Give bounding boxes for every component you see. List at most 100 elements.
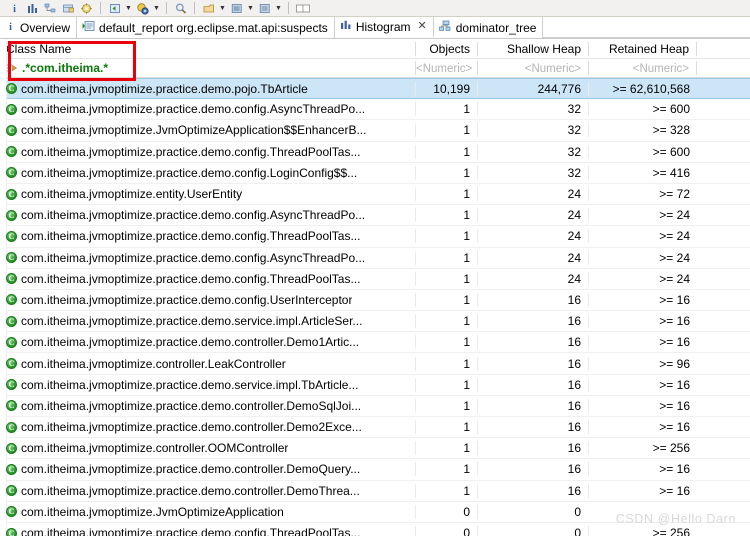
- info-icon[interactable]: i: [6, 1, 23, 16]
- cell-class-name: com.itheima.jvmoptimize.practice.demo.co…: [0, 229, 415, 243]
- shallow-filter-placeholder: <Numeric>: [525, 63, 581, 75]
- cell-retained-heap: >= 16: [588, 420, 697, 434]
- class-name-label: com.itheima.jvmoptimize.controller.LeakC…: [21, 357, 286, 371]
- cell-objects: 0: [415, 526, 477, 536]
- layout-icon[interactable]: [294, 1, 311, 16]
- table-row[interactable]: com.itheima.jvmoptimize.practice.demo.se…: [0, 375, 750, 396]
- cell-retained-heap: >= 416: [588, 166, 697, 180]
- class-name-label: com.itheima.jvmoptimize.practice.demo.co…: [21, 484, 360, 498]
- dominator-tree-icon[interactable]: [42, 1, 59, 16]
- java-class-icon: [6, 294, 17, 305]
- class-name-filter-cell[interactable]: .*com.itheima.*: [0, 61, 415, 75]
- java-class-icon: [6, 210, 17, 221]
- table-row[interactable]: com.itheima.jvmoptimize.practice.demo.co…: [0, 332, 750, 353]
- java-class-icon: [6, 189, 17, 200]
- search-icon[interactable]: [172, 1, 189, 16]
- tab-histogram[interactable]: Histogram ✕: [335, 17, 434, 38]
- cell-class-name: com.itheima.jvmoptimize.entity.UserEntit…: [0, 187, 415, 201]
- java-class-icon: [6, 485, 17, 496]
- editor-tab-bar: i Overview default_report org.eclipse.ma…: [0, 17, 750, 39]
- report2-dropdown-arrow-icon[interactable]: ▼: [274, 1, 283, 16]
- table-row[interactable]: com.itheima.jvmoptimize.practice.demo.co…: [0, 99, 750, 120]
- shallow-heap-filter-cell[interactable]: <Numeric>: [477, 61, 588, 75]
- cell-shallow-heap: 16: [477, 399, 588, 413]
- cell-retained-heap: >= 24: [588, 229, 697, 243]
- cell-class-name: com.itheima.jvmoptimize.practice.demo.se…: [0, 378, 415, 392]
- report2-icon[interactable]: [256, 1, 273, 16]
- table-row[interactable]: com.itheima.jvmoptimize.practice.demo.co…: [0, 290, 750, 311]
- inspect-icon[interactable]: [134, 1, 151, 16]
- cell-class-name: com.itheima.jvmoptimize.practice.demo.co…: [0, 484, 415, 498]
- cell-objects: 1: [415, 420, 477, 434]
- column-header-retained-heap[interactable]: Retained Heap: [588, 42, 697, 56]
- column-header-objects[interactable]: Objects: [415, 42, 477, 56]
- column-header-label: Retained Heap: [609, 42, 689, 56]
- table-row[interactable]: com.itheima.jvmoptimize.controller.OOMCo…: [0, 438, 750, 459]
- histogram-icon[interactable]: [24, 1, 41, 16]
- class-name-label: com.itheima.jvmoptimize.practice.demo.co…: [21, 293, 352, 307]
- java-class-icon: [6, 125, 17, 136]
- table-filter-row: .*com.itheima.* <Numeric> <Numeric> <Num…: [0, 59, 750, 78]
- cell-shallow-heap: 24: [477, 251, 588, 265]
- cell-shallow-heap: 24: [477, 208, 588, 222]
- inspect-dropdown-arrow-icon[interactable]: ▼: [152, 1, 161, 16]
- table-row[interactable]: com.itheima.jvmoptimize.practice.demo.co…: [0, 459, 750, 480]
- column-header-label: Objects: [429, 42, 470, 56]
- table-row[interactable]: com.itheima.jvmoptimize.practice.demo.co…: [0, 481, 750, 502]
- objects-filter-cell[interactable]: <Numeric>: [415, 61, 477, 75]
- cell-objects: 1: [415, 187, 477, 201]
- table-row[interactable]: com.itheima.jvmoptimize.practice.demo.co…: [0, 142, 750, 163]
- tab-overview[interactable]: i Overview: [0, 17, 77, 38]
- query-dropdown-arrow-icon[interactable]: ▼: [124, 1, 133, 16]
- export-dropdown-arrow-icon[interactable]: ▼: [218, 1, 227, 16]
- table-row[interactable]: com.itheima.jvmoptimize.practice.demo.co…: [0, 417, 750, 438]
- cell-class-name: com.itheima.jvmoptimize.practice.demo.po…: [0, 82, 415, 96]
- cell-objects: 1: [415, 272, 477, 286]
- table-row[interactable]: com.itheima.jvmoptimize.practice.demo.co…: [0, 163, 750, 184]
- table-row[interactable]: com.itheima.jvmoptimize.controller.LeakC…: [0, 353, 750, 374]
- table-header-row: Class Name Objects Shallow Heap Retained…: [0, 39, 750, 59]
- table-row[interactable]: com.itheima.jvmoptimize.entity.UserEntit…: [0, 184, 750, 205]
- column-header-class-name[interactable]: Class Name: [0, 42, 415, 56]
- cell-class-name: com.itheima.jvmoptimize.practice.demo.co…: [0, 102, 415, 116]
- cell-objects: 1: [415, 251, 477, 265]
- java-class-icon: [6, 167, 17, 178]
- open-query-browser-icon[interactable]: [106, 1, 123, 16]
- tab-bar-filler: [543, 17, 750, 38]
- class-name-label: com.itheima.jvmoptimize.practice.demo.co…: [21, 272, 360, 286]
- report-dropdown-arrow-icon[interactable]: ▼: [246, 1, 255, 16]
- cell-retained-heap: >= 256: [588, 441, 697, 455]
- svg-text:i: i: [13, 4, 16, 15]
- cell-objects: 1: [415, 462, 477, 476]
- tab-dominator-tree[interactable]: dominator_tree: [434, 17, 544, 38]
- table-row[interactable]: com.itheima.jvmoptimize.practice.demo.co…: [0, 269, 750, 290]
- table-row[interactable]: com.itheima.jvmoptimize.practice.demo.co…: [0, 226, 750, 247]
- java-class-icon: [6, 146, 17, 157]
- retained-heap-filter-cell[interactable]: <Numeric>: [588, 61, 697, 75]
- cell-shallow-heap: 16: [477, 293, 588, 307]
- calculate-retained-size-icon[interactable]: [78, 1, 95, 16]
- cell-class-name: com.itheima.jvmoptimize.JvmOptimizeAppli…: [0, 505, 415, 519]
- cell-retained-heap: >= 328: [588, 123, 697, 137]
- table-row[interactable]: com.itheima.jvmoptimize.practice.demo.se…: [0, 311, 750, 332]
- class-name-label: com.itheima.jvmoptimize.practice.demo.co…: [21, 399, 361, 413]
- group-by-icon[interactable]: [60, 1, 77, 16]
- table-row[interactable]: com.itheima.jvmoptimize.practice.demo.co…: [0, 248, 750, 269]
- tab-default-report[interactable]: default_report org.eclipse.mat.api:suspe…: [77, 17, 335, 38]
- cell-class-name: com.itheima.jvmoptimize.controller.OOMCo…: [0, 441, 415, 455]
- column-header-shallow-heap[interactable]: Shallow Heap: [477, 42, 588, 56]
- java-class-icon: [6, 83, 17, 94]
- table-row[interactable]: com.itheima.jvmoptimize.practice.demo.co…: [0, 205, 750, 226]
- class-name-label: com.itheima.jvmoptimize.JvmOptimizeAppli…: [21, 505, 284, 519]
- table-row[interactable]: com.itheima.jvmoptimize.JvmOptimizeAppli…: [0, 120, 750, 141]
- close-icon[interactable]: ✕: [418, 21, 427, 32]
- objects-filter-placeholder: <Numeric>: [416, 63, 472, 75]
- toolbar-separator-4: [288, 2, 289, 14]
- export-icon[interactable]: [200, 1, 217, 16]
- report-icon[interactable]: [228, 1, 245, 16]
- cell-objects: 1: [415, 314, 477, 328]
- class-name-label: com.itheima.jvmoptimize.practice.demo.co…: [21, 251, 365, 265]
- table-row[interactable]: com.itheima.jvmoptimize.practice.demo.co…: [0, 396, 750, 417]
- table-row[interactable]: com.itheima.jvmoptimize.practice.demo.po…: [0, 78, 750, 99]
- cell-shallow-heap: 32: [477, 166, 588, 180]
